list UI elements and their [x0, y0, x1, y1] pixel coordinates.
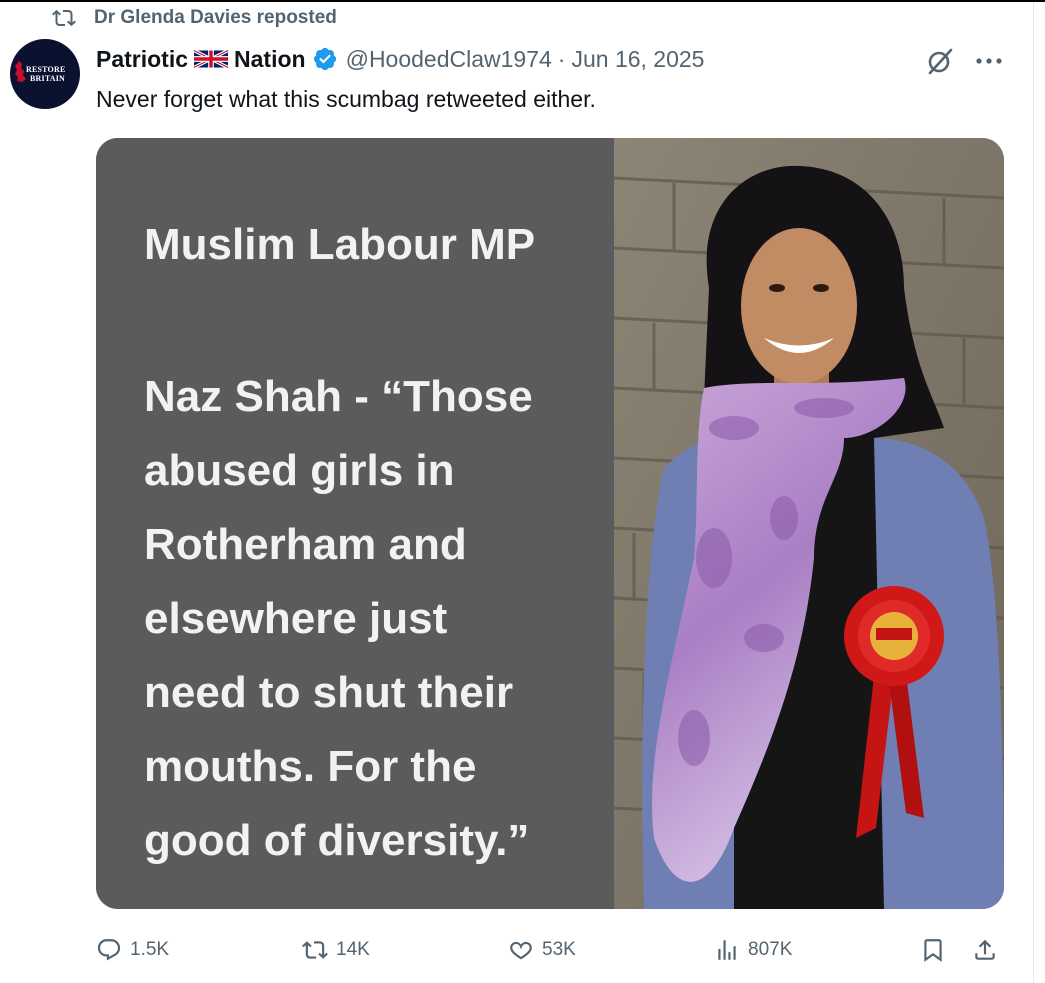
avatar-logo-text: RESTORE BRITAIN: [26, 65, 66, 83]
share-button[interactable]: [972, 930, 998, 970]
views-count: 807K: [748, 939, 793, 960]
repost-icon: [52, 9, 76, 27]
reply-icon: [97, 939, 121, 961]
bookmark-icon: [924, 939, 942, 962]
reply-count: 1.5K: [130, 939, 170, 960]
analytics-icon: [718, 940, 736, 960]
more-options-icon[interactable]: [975, 56, 1003, 66]
author-name[interactable]: Patriotic Nation: [96, 46, 306, 73]
media-heading: Muslim Labour MP: [144, 220, 536, 269]
like-button[interactable]: 53K: [508, 930, 576, 970]
media-quote: Naz Shah - “Those abused girls in Rother…: [144, 372, 533, 865]
retweet-count: 14K: [336, 939, 370, 960]
tweet-container: Dr Glenda Davies reposted RESTORE BRITAI…: [0, 0, 1045, 983]
author-name-part1: Patriotic: [96, 45, 189, 72]
tweet-date[interactable]: Jun 16, 2025: [571, 46, 704, 73]
tweet-media-image[interactable]: Muslim Labour MP Naz Shah - “Those abuse…: [96, 138, 1004, 909]
quote-panel: Muslim Labour MP Naz Shah - “Those abuse…: [96, 138, 614, 909]
reply-button[interactable]: 1.5K: [96, 930, 169, 970]
tweet-text: Never forget what this scumbag retweeted…: [96, 86, 596, 112]
repost-indicator[interactable]: Dr Glenda Davies reposted: [52, 6, 337, 30]
retweet-button[interactable]: 14K: [302, 930, 370, 970]
author-name-part2: Nation: [234, 45, 306, 72]
author-avatar[interactable]: RESTORE BRITAIN: [10, 39, 80, 109]
retweet-icon: [302, 941, 328, 959]
tweet-actions: 1.5K 14K 53K 807K: [96, 930, 1008, 970]
grok-icon[interactable]: [925, 46, 955, 76]
tweet-header: Patriotic Nation @HoodedClaw1974 · Jun 1…: [96, 42, 704, 76]
views-button[interactable]: 807K: [714, 930, 792, 970]
author-handle[interactable]: @HoodedClaw1974: [346, 46, 552, 73]
repost-label: Dr Glenda Davies reposted: [94, 7, 337, 28]
timeline-border: [1033, 2, 1034, 983]
portrait-photo: [614, 138, 1004, 909]
like-count: 53K: [542, 939, 576, 960]
uk-flag-icon: [194, 48, 229, 70]
heart-icon: [510, 941, 532, 960]
share-icon: [975, 939, 995, 960]
verified-badge-icon[interactable]: [312, 46, 338, 72]
bookmark-button[interactable]: [920, 930, 946, 970]
separator-dot: ·: [557, 45, 566, 72]
